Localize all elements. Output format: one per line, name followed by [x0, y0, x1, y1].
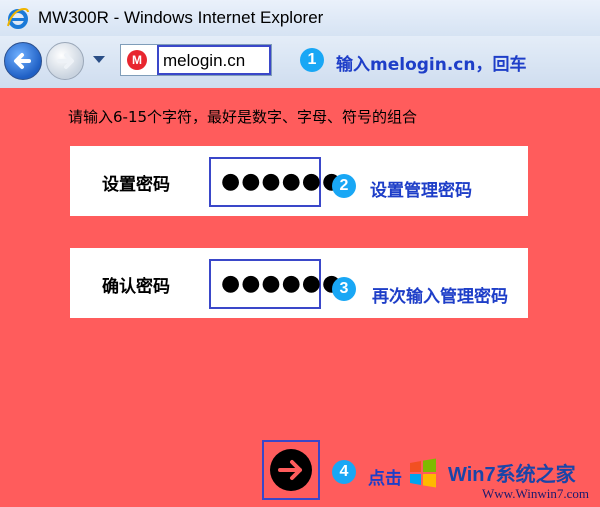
step-4-note: 点击	[368, 469, 402, 489]
internet-explorer-icon	[7, 8, 29, 29]
confirm-password-input[interactable]: ●●●●●●	[209, 259, 341, 309]
back-arrow-icon	[14, 53, 31, 69]
set-password-label: 设置密码	[102, 175, 170, 195]
set-password-input[interactable]: ●●●●●●	[209, 157, 341, 207]
set-password-value: ●●●●●●	[221, 169, 343, 194]
window-title-bar: MW300R - Windows Internet Explorer	[0, 0, 600, 36]
next-button[interactable]	[270, 449, 312, 491]
watermark-name: Win7系统之家	[448, 464, 576, 486]
history-dropdown-icon[interactable]	[93, 56, 105, 63]
window-title: MW300R - Windows Internet Explorer	[38, 8, 324, 27]
navigation-bar: M melogin.cn 1 输入melogin.cn，回车	[0, 36, 600, 88]
next-button-highlight	[262, 440, 320, 500]
watermark-url: Www.Winwin7.com	[482, 486, 589, 501]
step-1-badge: 1	[300, 48, 324, 72]
right-arrow-icon	[278, 460, 302, 480]
step-2-note: 设置管理密码	[370, 181, 472, 201]
confirm-password-value: ●●●●●●	[221, 271, 343, 296]
step-3-badge: 3	[332, 277, 356, 301]
site-favicon-icon: M	[127, 50, 147, 70]
forward-arrow-icon	[57, 53, 74, 69]
step-3-note: 再次输入管理密码	[372, 287, 508, 307]
watermark: Win7系统之家 Www.Winwin7.com	[402, 452, 598, 504]
step-4-badge: 4	[332, 460, 356, 484]
confirm-password-label: 确认密码	[102, 277, 170, 297]
step-1-note: 输入melogin.cn，回车	[336, 55, 527, 75]
password-hint: 请输入6-15个字符，最好是数字、字母、符号的组合	[68, 108, 418, 126]
url-highlight-box: melogin.cn	[157, 45, 271, 75]
forward-button[interactable]	[46, 42, 84, 80]
url-text[interactable]: melogin.cn	[163, 51, 245, 71]
windows-flag-icon	[410, 458, 436, 488]
back-button[interactable]	[4, 42, 42, 80]
address-bar[interactable]: M melogin.cn	[120, 44, 272, 76]
step-2-badge: 2	[332, 174, 356, 198]
